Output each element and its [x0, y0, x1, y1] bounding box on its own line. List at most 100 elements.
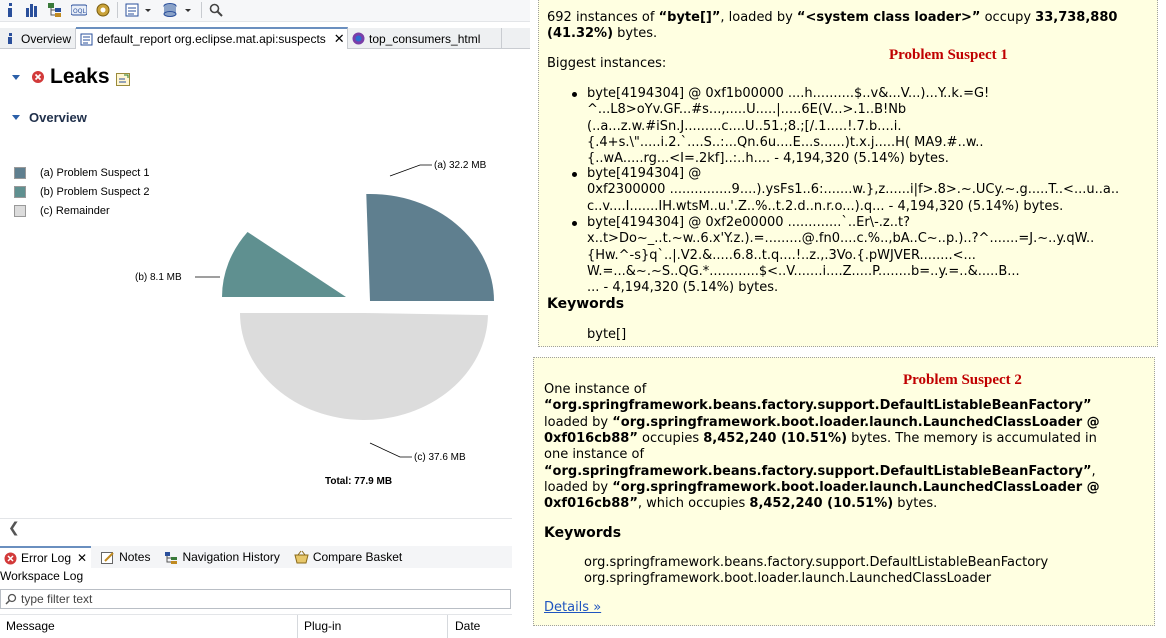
details-link[interactable]: Details » [544, 600, 601, 616]
percent: (41.32%) [547, 26, 614, 41]
tab-notes[interactable]: Notes [97, 550, 154, 564]
instance-line: byte[4194304] @ [587, 166, 702, 181]
text: bytes. [613, 26, 658, 41]
close-tab-icon[interactable]: ✕ [77, 551, 87, 565]
instance-line: (..a...z.w.#iSn.J.........c....U..51.;8.… [587, 118, 902, 134]
toolbar: OQL [0, 0, 530, 22]
tab-overview[interactable]: Overview [0, 28, 76, 49]
instance-line: c..v....I.......IH.wtsM..u.'.Z..%..t.2.d… [587, 198, 1064, 214]
overview-title: Overview [29, 110, 87, 125]
bold-text: 8,452,240 (10.51%) [703, 430, 848, 446]
suspect1-summary-line2: (41.32%) bytes. [547, 26, 657, 42]
left-editor-pane: OQL Overview default_report org.eclipse.… [0, 0, 530, 638]
column-plugin[interactable]: Plug-in [304, 619, 341, 633]
suspect2-keyword: org.springframework.beans.factory.suppor… [584, 555, 1049, 570]
pie-slice-label: (a) 32.2 MB [434, 160, 487, 171]
suspect1-summary-line1: 692 instances of “byte[]”, loaded by “<s… [547, 10, 1117, 26]
bold-text: 0xf016cb88” [544, 430, 638, 446]
info-icon [4, 32, 17, 45]
suspect2-keyword: org.springframework.boot.loader.launch.L… [584, 571, 992, 586]
search-icon [5, 593, 17, 605]
text: bytes. [893, 496, 938, 512]
search-icon[interactable] [208, 1, 224, 19]
tab-navigation-history[interactable]: Navigation History [160, 550, 283, 564]
suspect2-line: loaded by “org.springframework.boot.load… [544, 480, 1100, 496]
notes-pencil-icon [101, 551, 114, 564]
bottom-view-tabs: Error Log ✕ Notes Navigation History Com… [0, 546, 512, 568]
bullet [572, 221, 577, 226]
bold-text: 8,452,240 (10.51%) [749, 496, 894, 512]
tab-error-log-label: Error Log [21, 551, 72, 565]
run-report-dropdown-icon[interactable] [124, 1, 154, 19]
tab-default-report[interactable]: default_report org.eclipse.mat.api:suspe… [76, 27, 348, 49]
pie-slice[interactable] [222, 231, 346, 297]
scroll-left-icon[interactable]: ❮ [8, 520, 20, 536]
text: , loaded by [720, 10, 797, 25]
tab-default-report-label: default_report org.eclipse.mat.api:suspe… [97, 32, 326, 46]
info-icon[interactable] [4, 1, 16, 19]
overview-section-header: Overview [12, 110, 87, 125]
svg-text:OQL: OQL [73, 8, 86, 15]
column-message[interactable]: Message [6, 619, 55, 633]
settings-gear-icon[interactable] [94, 1, 112, 19]
instance-line: ^...L8>oYv.GF...#s...,.....U.....|.....6… [587, 102, 907, 118]
tab-error-log[interactable]: Error Log ✕ [0, 546, 92, 568]
biggest-instances-label: Biggest instances: [547, 56, 667, 71]
report-link-icon[interactable] [115, 73, 130, 87]
text: , [1091, 463, 1096, 479]
loader-name: “<system class loader>” [796, 10, 981, 25]
pie-leader-line [369, 442, 412, 458]
dominator-tree-icon[interactable] [46, 1, 64, 19]
histogram-icon[interactable] [24, 1, 40, 19]
bold-text: “org.springframework.beans.factory.suppo… [544, 463, 1092, 479]
instance-line: byte[4194304] @ 0xf1b00000 ....h........… [587, 86, 990, 101]
problem-suspect-1-box: Problem Suspect 1 692 instances of “byte… [538, 0, 1158, 347]
close-tab-icon[interactable]: ✕ [334, 31, 345, 47]
text: one instance of [544, 447, 645, 463]
pie-leader-line [389, 164, 432, 177]
bold-text: “org.springframework.boot.loader.launch.… [612, 414, 1100, 430]
tab-top-consumers[interactable]: top_consumers_html [348, 28, 502, 49]
column-separator [447, 615, 448, 638]
pie-slice[interactable] [366, 194, 494, 301]
filter-placeholder: type filter text [21, 592, 93, 606]
text: occupies [637, 430, 704, 446]
text: occupy [980, 10, 1036, 25]
column-separator [297, 615, 298, 638]
collapse-twisty-icon[interactable] [12, 115, 20, 120]
bold-text: 0xf016cb88” [544, 496, 638, 512]
instance-line: {Hw.^-s}q`..|.V2.&.....6.8..t.q....!..z.… [587, 247, 976, 263]
bullet [572, 172, 577, 177]
toolbar-separator [117, 2, 118, 18]
leak-pie-chart: (a) 32.2 MB (b) 8.1 MB (c) 37.6 MB Total: 7… [135, 160, 494, 487]
report-icon [80, 33, 93, 46]
collapse-twisty-icon[interactable] [12, 74, 20, 80]
suspect1-keyword: byte[] [587, 327, 627, 342]
suspect2-line: “org.springframework.beans.factory.suppo… [544, 464, 1096, 480]
pie-slice[interactable] [240, 313, 488, 420]
size: 33,738,880 [1035, 10, 1118, 25]
class-name: “byte[]” [658, 10, 721, 25]
suspect2-line: One instance of [544, 382, 646, 398]
bold-text: “org.springframework.beans.factory.suppo… [544, 398, 1092, 414]
tab-top-consumers-label: top_consumers_html [369, 31, 481, 46]
compare-basket-icon [294, 550, 309, 564]
tab-overview-label: Overview [21, 31, 72, 46]
tab-compare-basket[interactable]: Compare Basket [290, 550, 406, 564]
horizontal-scrollbar[interactable]: ❮ [0, 518, 512, 536]
text: , which occupies [637, 496, 750, 512]
legend-swatch [14, 185, 26, 198]
suspect2-line: “org.springframework.beans.factory.suppo… [544, 398, 1092, 414]
tab-compare-basket-label: Compare Basket [312, 550, 403, 564]
filter-input[interactable]: type filter text [0, 589, 511, 609]
query-browser-dropdown-icon[interactable] [162, 1, 194, 19]
instance-line: {.4+s.\".....i.2.`....S..:...Qn.6u....E.… [587, 134, 984, 150]
instance-line: 0xf2300000 ...............9....).ysFs1..… [587, 182, 1120, 198]
leaks-section-header: Leaks [12, 64, 130, 90]
toolbar-separator [201, 2, 202, 18]
error-icon [32, 71, 44, 83]
bullet [572, 92, 577, 97]
text: loaded by [544, 414, 613, 430]
column-date[interactable]: Date [455, 619, 480, 633]
oql-icon[interactable]: OQL [70, 1, 88, 19]
